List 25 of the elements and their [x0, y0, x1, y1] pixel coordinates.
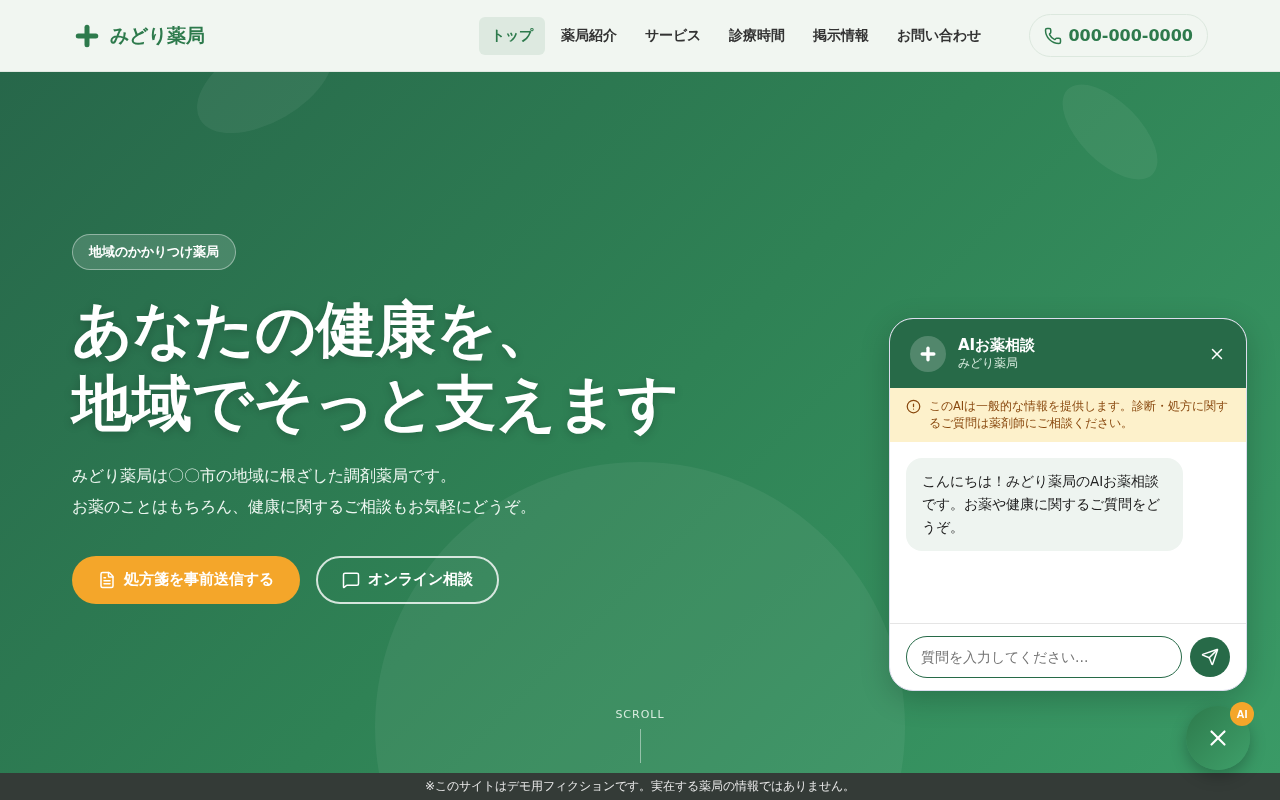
nav-link[interactable]: サービス	[633, 16, 714, 55]
hero-headline: あなたの健康を、 地域でそっと支えます	[72, 292, 679, 440]
nav-link[interactable]: トップ	[479, 16, 546, 55]
phone-icon	[1044, 26, 1063, 45]
nav-link[interactable]: 薬局紹介	[549, 16, 630, 55]
question-input[interactable]: 質問を入力してください...	[906, 636, 1182, 678]
document-icon	[98, 570, 116, 589]
hero-description: みどり薬局は〇〇市の地域に根ざした調剤薬局です。 お薬のことはもちろん、健康に関するご相談もお気軽にどうぞ。	[72, 464, 536, 518]
nav-link[interactable]: 診療時間	[717, 16, 798, 55]
scroll-label: SCROLL	[615, 708, 665, 721]
send-icon	[1201, 648, 1219, 666]
alert-icon	[906, 399, 921, 414]
nav-link[interactable]: お問い合わせ	[885, 16, 994, 55]
chat-subtitle: みどり薬局	[958, 354, 1019, 372]
send-button[interactable]	[1190, 637, 1230, 677]
chat-icon	[342, 570, 360, 589]
disclaimer-text: このAIは一般的な情報を提供します。診断・処方に関するご質問は薬剤師にご相談ください。	[929, 398, 1230, 432]
footer-notice: ※このサイトはデモ用フィクションです。実在する薬局の情報ではありません。	[0, 773, 1280, 800]
scroll-line	[639, 729, 641, 763]
nav-link[interactable]: 掲示情報	[801, 16, 882, 55]
chat-message: こんにちは！みどり薬局のAIお薬相談です。お薬や健康に関するご質問をどうぞ。	[906, 458, 1183, 551]
chat-title: AIお薬相談	[958, 335, 1037, 355]
site-logo[interactable]: みどり薬局	[110, 22, 205, 49]
online-consult-button[interactable]: オンライン相談	[316, 555, 499, 604]
hero-badge: 地域のかかりつけ薬局	[72, 233, 236, 270]
